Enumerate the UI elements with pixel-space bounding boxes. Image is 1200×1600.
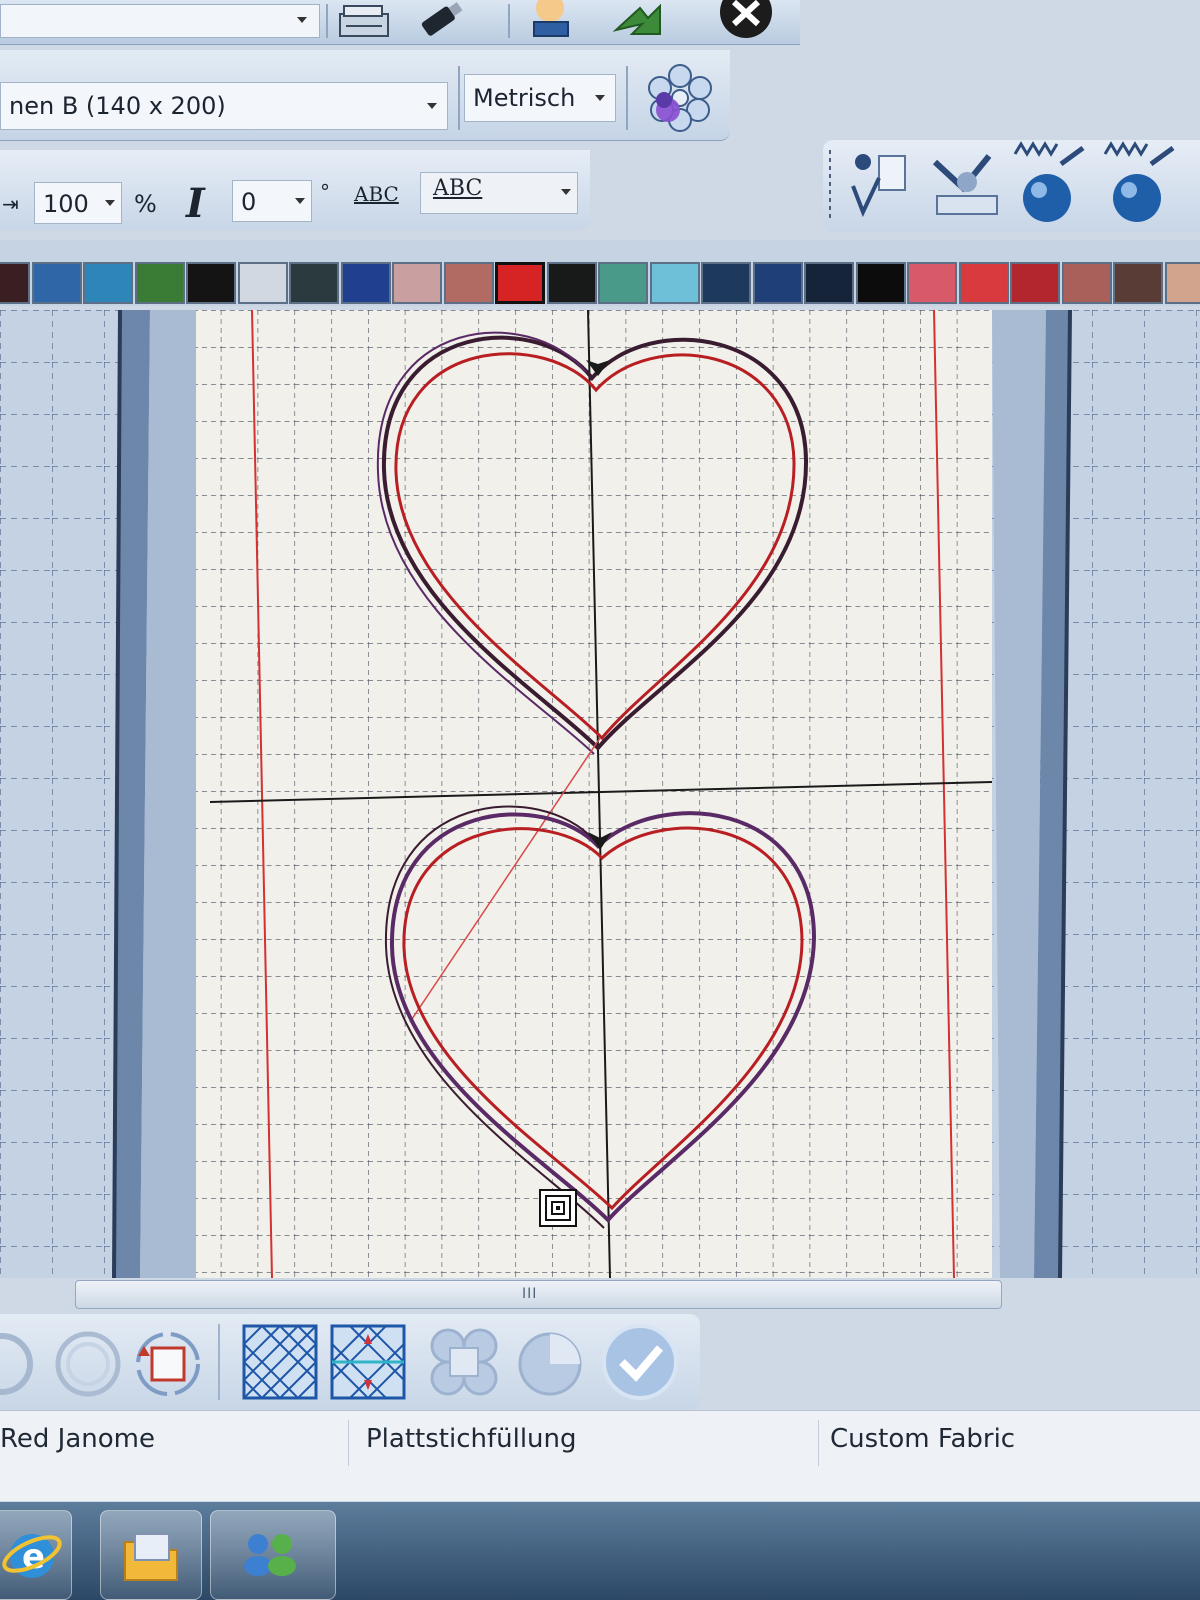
status-bar [0, 1410, 1200, 1501]
close-icon[interactable] [716, 0, 772, 40]
export-arrow-icon[interactable] [608, 0, 664, 40]
color-swatch[interactable] [1164, 262, 1200, 304]
checkmark-icon[interactable] [598, 1320, 682, 1404]
status-fill-type: Plattstichfüllung [366, 1424, 577, 1454]
hoop-frame-right [992, 310, 1072, 1278]
pie-icon[interactable] [512, 1324, 588, 1400]
hoop-select[interactable]: nen B (140 x 200) [0, 82, 448, 130]
chevron-down-icon [561, 189, 571, 195]
color-swatch[interactable] [289, 262, 339, 304]
color-swatch[interactable] [186, 262, 236, 304]
sewing-field [196, 310, 992, 1278]
internet-explorer-icon[interactable]: e [0, 1510, 72, 1600]
design-workspace [0, 310, 1200, 1278]
color-swatch[interactable] [752, 262, 803, 304]
text-font-select[interactable]: ABC [420, 172, 578, 214]
color-swatch[interactable] [1061, 262, 1112, 304]
angle-value: 0 [241, 188, 257, 216]
italic-button[interactable]: I [186, 180, 205, 227]
fill-pattern-icon[interactable] [242, 1324, 318, 1400]
color-swatch[interactable] [701, 262, 751, 304]
design-dropdown[interactable] [0, 4, 320, 38]
color-swatch[interactable] [0, 262, 30, 304]
fill-direction-icon[interactable] [330, 1324, 406, 1400]
color-swatch[interactable] [546, 262, 597, 304]
shape-toolbar [0, 1314, 700, 1410]
color-swatch[interactable] [134, 262, 185, 304]
network-users-icon[interactable] [210, 1510, 336, 1600]
color-swatch[interactable] [31, 262, 82, 304]
top-toolbar [0, 0, 800, 45]
color-swatch[interactable] [1113, 262, 1163, 304]
angle-input[interactable]: 0 [232, 180, 312, 222]
color-swatch[interactable] [958, 262, 1009, 304]
folder-icon[interactable] [100, 1510, 202, 1600]
color-swatch[interactable] [392, 262, 442, 304]
size-unit: % [134, 190, 157, 218]
chevron-down-icon [295, 198, 305, 204]
apple-stitch-2-icon[interactable] [1099, 140, 1185, 230]
color-swatch[interactable] [340, 262, 391, 304]
usb-stick-icon[interactable] [410, 0, 466, 40]
units-select[interactable]: Metrisch [464, 74, 616, 122]
chevron-down-icon [105, 200, 115, 206]
lamp-icon[interactable] [520, 0, 576, 40]
text-toolbar: ⇥ 100 % I 0 ° ABC ABC [0, 150, 590, 230]
tab-arrow-icon: ⇥ [2, 192, 19, 216]
apple-stitch-icon[interactable] [1009, 140, 1095, 230]
stitch-toolbar [823, 140, 1200, 232]
size-input[interactable]: 100 [34, 182, 122, 224]
color-swatch[interactable] [649, 262, 700, 304]
color-swatch[interactable] [855, 262, 906, 304]
hoop-view-icon[interactable] [923, 146, 1007, 226]
chevron-down-icon [427, 103, 437, 109]
sewing-machine-icon[interactable] [336, 0, 392, 40]
stitch-info-icon[interactable] [839, 146, 919, 226]
needle-position-marker[interactable] [539, 1189, 577, 1227]
flower-icon[interactable] [640, 58, 720, 138]
chevron-down-icon [297, 17, 307, 23]
color-swatch[interactable] [907, 262, 957, 304]
rotate-square-icon[interactable] [130, 1326, 206, 1400]
status-thread: Red Janome [0, 1424, 155, 1454]
color-swatch[interactable] [443, 262, 494, 304]
hoop-select-value: nen B (140 x 200) [9, 92, 226, 120]
color-swatch[interactable] [1010, 262, 1060, 304]
status-fabric: Custom Fabric [830, 1424, 1016, 1454]
color-swatch[interactable] [237, 262, 288, 304]
angle-unit: ° [320, 180, 330, 204]
text-style-button[interactable]: ABC [354, 182, 399, 206]
size-value: 100 [43, 190, 89, 218]
color-swatch[interactable] [83, 262, 133, 304]
color-swatch[interactable] [598, 262, 648, 304]
puzzle-icon[interactable] [426, 1324, 502, 1400]
units-select-value: Metrisch [473, 84, 576, 112]
shape-double-circle-icon[interactable] [52, 1326, 124, 1400]
chevron-down-icon [595, 95, 605, 101]
color-swatch[interactable] [804, 262, 854, 304]
horizontal-scrollbar[interactable] [75, 1280, 1002, 1309]
text-font-value: ABC [433, 176, 483, 201]
color-swatch[interactable] [495, 262, 545, 304]
scrollbar-grip[interactable]: III [522, 1286, 537, 1302]
hoop-toolbar: nen B (140 x 200) Metrisch [0, 50, 730, 141]
shape-circle-icon[interactable] [0, 1326, 36, 1400]
